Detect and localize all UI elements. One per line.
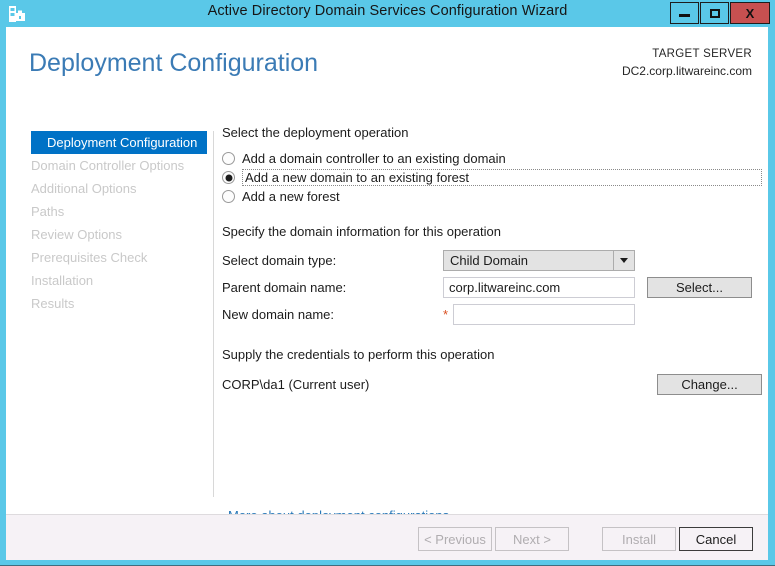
wizard-navigation-buttons: < Previous Next > Install Cancel <box>418 527 753 551</box>
focus-outline: Add a new domain to an existing forest <box>242 169 762 186</box>
page-header: Deployment Configuration TARGET SERVER D… <box>6 27 768 101</box>
deployment-operation-section-label: Select the deployment operation <box>222 125 409 140</box>
maximize-button[interactable] <box>700 2 729 24</box>
previous-button[interactable]: < Previous <box>418 527 492 551</box>
radio-add-domain-controller[interactable]: Add a domain controller to an existing d… <box>222 149 762 168</box>
new-domain-label: New domain name: <box>222 306 334 322</box>
parent-domain-input[interactable]: corp.litwareinc.com <box>443 276 635 298</box>
radio-icon[interactable] <box>222 152 235 165</box>
change-credentials-button[interactable]: Change... <box>657 373 762 395</box>
maximize-icon <box>709 8 720 18</box>
target-server-name: DC2.corp.litwareinc.com <box>621 63 752 78</box>
close-button[interactable]: X <box>730 2 770 24</box>
wizard-steps-sidebar: Deployment Configuration Domain Controll… <box>6 131 207 315</box>
radio-label: Add a new forest <box>242 189 340 204</box>
credentials-row: CORP\da1 (Current user) Change... <box>222 373 762 395</box>
next-button[interactable]: Next > <box>495 527 569 551</box>
select-parent-domain-button[interactable]: Select... <box>647 276 752 298</box>
page-title: Deployment Configuration <box>29 49 319 77</box>
sidebar-item-results: Results <box>6 292 207 315</box>
sidebar-item-domain-controller-options: Domain Controller Options <box>6 154 207 177</box>
radio-add-new-forest[interactable]: Add a new forest <box>222 187 762 206</box>
sidebar-item-paths: Paths <box>6 200 207 223</box>
parent-domain-label: Parent domain name: <box>222 279 347 295</box>
required-field-marker: * <box>443 306 449 322</box>
sidebar-item-label: Review Options <box>31 227 123 242</box>
client-area: Deployment Configuration TARGET SERVER D… <box>6 27 768 554</box>
cancel-button[interactable]: Cancel <box>679 527 753 551</box>
chevron-down-icon[interactable] <box>613 250 634 270</box>
title-bar[interactable]: Active Directory Domain Services Configu… <box>0 0 775 27</box>
sidebar-item-additional-options: Additional Options <box>6 177 207 200</box>
sidebar-item-label: Additional Options <box>31 181 137 196</box>
credentials-section-label: Supply the credentials to perform this o… <box>222 347 495 362</box>
radio-icon[interactable] <box>222 190 235 203</box>
radio-add-new-domain[interactable]: Add a new domain to an existing forest <box>222 168 762 187</box>
domain-type-value: Child Domain <box>450 252 529 268</box>
target-server-label: TARGET SERVER <box>652 48 752 60</box>
sidebar-item-label: Prerequisites Check <box>31 250 148 265</box>
sidebar-divider <box>213 131 214 497</box>
sidebar-item-deployment-configuration[interactable]: Deployment Configuration <box>31 131 207 154</box>
minimize-icon <box>679 14 690 17</box>
install-button[interactable]: Install <box>602 527 676 551</box>
sidebar-item-label: Deployment Configuration <box>47 135 198 150</box>
window-title: Active Directory Domain Services Configu… <box>207 3 568 19</box>
sidebar-item-label: Installation <box>31 273 94 288</box>
radio-label: Add a new domain to an existing forest <box>245 170 470 185</box>
domain-type-dropdown[interactable]: Child Domain <box>443 249 635 271</box>
domain-type-label: Select domain type: <box>222 252 337 268</box>
window-controls: X <box>670 2 770 24</box>
radio-label: Add a domain controller to an existing d… <box>242 151 506 166</box>
new-domain-input[interactable] <box>453 303 635 325</box>
sidebar-item-label: Results <box>31 296 75 311</box>
parent-domain-row: Parent domain name: corp.litwareinc.com … <box>222 276 762 298</box>
sidebar-item-label: Domain Controller Options <box>31 158 185 173</box>
radio-icon-selected[interactable] <box>222 171 235 184</box>
sidebar-item-review-options: Review Options <box>6 223 207 246</box>
wizard-footer: < Previous Next > Install Cancel <box>6 514 768 560</box>
wizard-window: Active Directory Domain Services Configu… <box>0 0 775 566</box>
new-domain-row: New domain name: * <box>222 303 762 325</box>
sidebar-item-installation: Installation <box>6 269 207 292</box>
target-server-block: TARGET SERVER DC2.corp.litwareinc.com <box>622 47 752 79</box>
sidebar-item-label: Paths <box>31 204 65 219</box>
main-content: Select the deployment operation Add a do… <box>222 125 762 395</box>
minimize-button[interactable] <box>670 2 699 24</box>
current-user-text: CORP\da1 (Current user) <box>222 376 370 392</box>
sidebar-item-prerequisites-check: Prerequisites Check <box>6 246 207 269</box>
domain-type-row: Select domain type: Child Domain <box>222 249 762 271</box>
domain-information-section-label: Specify the domain information for this … <box>222 224 501 239</box>
